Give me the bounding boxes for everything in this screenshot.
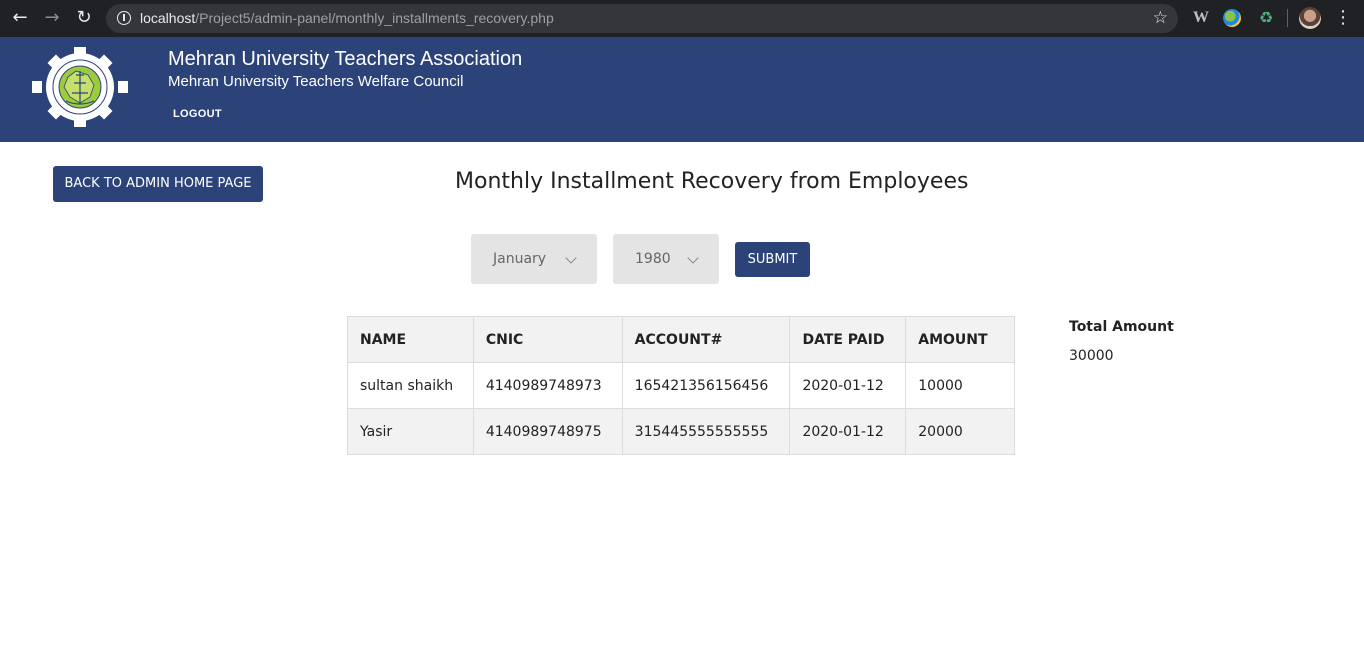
submit-button[interactable]: SUBMIT [735, 242, 810, 277]
url-text[interactable]: localhost/Project5/admin-panel/monthly_i… [140, 10, 554, 27]
cell-amount: 20000 [905, 408, 1015, 455]
year-select[interactable]: 1980 [613, 234, 719, 284]
back-to-admin-home-button[interactable]: BACK TO ADMIN HOME PAGE [53, 166, 263, 202]
menu-dots-icon[interactable]: ⋮ [1334, 6, 1352, 30]
cell-account: 315445555555555 [621, 408, 791, 455]
bookmark-star-icon[interactable]: ☆ [1153, 8, 1168, 28]
column-header-name: NAME [347, 316, 474, 363]
org-title: Mehran University Teachers Association [168, 48, 523, 70]
month-select-value: January [493, 251, 547, 267]
logout-link[interactable]: LOGOUT [173, 107, 222, 121]
table-header-row: NAME CNIC ACCOUNT# DATE PAID AMOUNT [347, 316, 1015, 363]
table-row: sultan shaikh 4140989748973 165421356156… [347, 362, 1015, 409]
chevron-down-icon [687, 252, 699, 264]
cell-cnic: 4140989748973 [472, 362, 623, 409]
profile-avatar[interactable] [1299, 7, 1321, 29]
reload-icon[interactable]: ↻ [72, 6, 96, 30]
extension-globe-icon[interactable] [1223, 9, 1241, 27]
site-header: Mehran University Teachers Association M… [0, 37, 1364, 142]
cell-name: sultan shaikh [347, 362, 474, 409]
month-select[interactable]: January [471, 234, 597, 284]
table-row: Yasir 4140989748975 315445555555555 2020… [347, 408, 1015, 455]
cell-account: 165421356156456 [621, 362, 791, 409]
org-subtitle: Mehran University Teachers Welfare Counc… [168, 73, 464, 90]
cell-amount: 10000 [905, 362, 1015, 409]
installments-table: NAME CNIC ACCOUNT# DATE PAID AMOUNT sult… [347, 316, 1015, 455]
total-amount-label: Total Amount [1069, 319, 1174, 335]
cell-date-paid: 2020-01-12 [789, 408, 907, 455]
toolbar-divider [1287, 9, 1288, 27]
forward-arrow-icon[interactable]: → [40, 6, 64, 30]
page-title: Monthly Installment Recovery from Employ… [455, 169, 969, 194]
university-logo-icon [32, 47, 128, 127]
address-bar[interactable]: localhost/Project5/admin-panel/monthly_i… [106, 4, 1178, 33]
cell-cnic: 4140989748975 [472, 408, 623, 455]
total-amount-value: 30000 [1069, 348, 1114, 364]
cell-date-paid: 2020-01-12 [789, 362, 907, 409]
year-select-value: 1980 [635, 251, 671, 267]
info-icon[interactable] [117, 11, 131, 25]
column-header-amount: AMOUNT [905, 316, 1015, 363]
extension-w-icon[interactable]: W [1191, 8, 1211, 28]
column-header-date-paid: DATE PAID [789, 316, 907, 363]
cell-name: Yasir [347, 408, 474, 455]
browser-toolbar: ← → ↻ localhost/Project5/admin-panel/mon… [0, 0, 1364, 37]
extension-recycle-icon[interactable]: ♻ [1256, 8, 1276, 28]
column-header-cnic: CNIC [472, 316, 623, 363]
column-header-account: ACCOUNT# [621, 316, 791, 363]
back-arrow-icon[interactable]: ← [8, 6, 32, 30]
chevron-down-icon [565, 252, 577, 264]
